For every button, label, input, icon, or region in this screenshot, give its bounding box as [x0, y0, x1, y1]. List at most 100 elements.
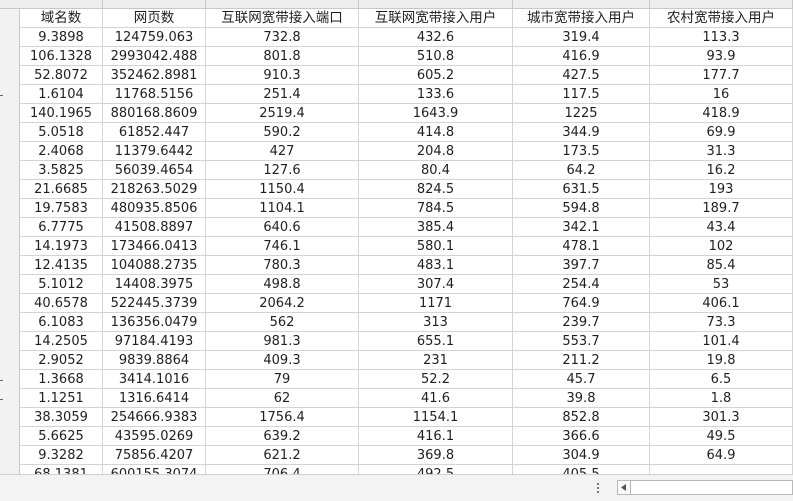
data-cell[interactable]: 106.1328	[20, 47, 103, 66]
data-cell[interactable]: 301.3	[650, 408, 793, 427]
data-cell[interactable]: 631.5	[513, 180, 650, 199]
data-cell[interactable]: 313	[359, 313, 513, 332]
data-cell[interactable]: 79	[206, 370, 359, 389]
data-cell[interactable]: 62	[206, 389, 359, 408]
data-cell[interactable]: 409.3	[206, 351, 359, 370]
data-cell[interactable]: 492.5	[359, 465, 513, 474]
data-cell[interactable]: 510.8	[359, 47, 513, 66]
data-cell[interactable]: 5.0518	[20, 123, 103, 142]
data-cell[interactable]: 64.2	[513, 161, 650, 180]
data-cell[interactable]: 397.7	[513, 256, 650, 275]
data-cell[interactable]: 427	[206, 142, 359, 161]
data-cell[interactable]: 405.5	[513, 465, 650, 474]
data-cell[interactable]: 6.1083	[20, 313, 103, 332]
data-cell[interactable]: 56039.4654	[103, 161, 206, 180]
data-cell[interactable]: 2.9052	[20, 351, 103, 370]
column-title-cell[interactable]: 域名数	[20, 9, 103, 28]
data-cell[interactable]: 104088.2735	[103, 256, 206, 275]
data-cell[interactable]: 418.9	[650, 104, 793, 123]
data-cell[interactable]: 45.7	[513, 370, 650, 389]
data-cell[interactable]: 5.1012	[20, 275, 103, 294]
data-cell[interactable]: 580.1	[359, 237, 513, 256]
data-cell[interactable]: 52.8072	[20, 66, 103, 85]
data-cell[interactable]: 93.9	[650, 47, 793, 66]
data-cell[interactable]: 732.8	[206, 28, 359, 47]
data-cell[interactable]: 11768.5156	[103, 85, 206, 104]
data-cell[interactable]: 69.9	[650, 123, 793, 142]
data-cell[interactable]: 605.2	[359, 66, 513, 85]
data-cell[interactable]: 706.4	[206, 465, 359, 474]
data-cell[interactable]: 9839.8864	[103, 351, 206, 370]
data-cell[interactable]: 319.4	[513, 28, 650, 47]
data-cell[interactable]: 31.3	[650, 142, 793, 161]
data-cell[interactable]: 231	[359, 351, 513, 370]
data-cell[interactable]: 416.1	[359, 427, 513, 446]
data-cell[interactable]: 522445.3739	[103, 294, 206, 313]
data-cell[interactable]: 639.2	[206, 427, 359, 446]
data-cell[interactable]: 880168.8609	[103, 104, 206, 123]
data-cell[interactable]: 75856.4207	[103, 446, 206, 465]
horizontal-scrollbar[interactable]	[617, 480, 793, 495]
data-cell[interactable]: 16.2	[650, 161, 793, 180]
data-cell[interactable]: 6.7775	[20, 218, 103, 237]
data-cell[interactable]: 53	[650, 275, 793, 294]
data-cell[interactable]: 61852.447	[103, 123, 206, 142]
data-cell[interactable]: 73.3	[650, 313, 793, 332]
column-letter-header[interactable]: H	[650, 0, 793, 8]
data-cell[interactable]: 1756.4	[206, 408, 359, 427]
data-cell[interactable]: 416.9	[513, 47, 650, 66]
data-cell[interactable]: 204.8	[359, 142, 513, 161]
data-cell[interactable]: 189.7	[650, 199, 793, 218]
data-cell[interactable]: 193	[650, 180, 793, 199]
data-cell[interactable]: 562	[206, 313, 359, 332]
data-cell[interactable]: 406.1	[650, 294, 793, 313]
data-cell[interactable]: 2993042.488	[103, 47, 206, 66]
data-cell[interactable]: 342.1	[513, 218, 650, 237]
scroll-left-button[interactable]	[618, 481, 631, 494]
column-letter-header[interactable]: G	[513, 0, 650, 8]
data-cell[interactable]: 38.3059	[20, 408, 103, 427]
data-cell[interactable]: 211.2	[513, 351, 650, 370]
column-letter-header[interactable]: E	[206, 0, 359, 8]
data-cell[interactable]: 553.7	[513, 332, 650, 351]
data-cell[interactable]: 173.5	[513, 142, 650, 161]
data-cell[interactable]: 1316.6414	[103, 389, 206, 408]
data-cell[interactable]: 5.6625	[20, 427, 103, 446]
data-cell[interactable]: 6.5	[650, 370, 793, 389]
data-cell[interactable]: 117.5	[513, 85, 650, 104]
data-cell[interactable]: 14.2505	[20, 332, 103, 351]
data-cell[interactable]: 498.8	[206, 275, 359, 294]
data-cell[interactable]: 19.8	[650, 351, 793, 370]
data-cell[interactable]: 1.8	[650, 389, 793, 408]
data-cell[interactable]	[650, 465, 793, 474]
data-cell[interactable]: 3414.1016	[103, 370, 206, 389]
data-cell[interactable]: 385.4	[359, 218, 513, 237]
data-cell[interactable]: 9.3282	[20, 446, 103, 465]
data-cell[interactable]: 218263.5029	[103, 180, 206, 199]
data-cell[interactable]: 68.1381	[20, 465, 103, 474]
data-cell[interactable]: 1.1251	[20, 389, 103, 408]
data-cell[interactable]: 19.7583	[20, 199, 103, 218]
data-cell[interactable]: 590.2	[206, 123, 359, 142]
data-cell[interactable]: 369.8	[359, 446, 513, 465]
data-cell[interactable]: 852.8	[513, 408, 650, 427]
data-cell[interactable]: 824.5	[359, 180, 513, 199]
data-cell[interactable]: 140.1965	[20, 104, 103, 123]
data-cell[interactable]: 43.4	[650, 218, 793, 237]
resize-dots-icon[interactable]	[596, 482, 600, 494]
data-cell[interactable]: 64.9	[650, 446, 793, 465]
data-cell[interactable]: 41.6	[359, 389, 513, 408]
row-header-gutter[interactable]	[0, 9, 20, 474]
data-cell[interactable]: 21.6685	[20, 180, 103, 199]
data-cell[interactable]: 127.6	[206, 161, 359, 180]
column-letter-header[interactable]: D	[103, 0, 206, 8]
scrollbar-track[interactable]	[631, 481, 792, 494]
data-cell[interactable]: 14408.3975	[103, 275, 206, 294]
data-cell[interactable]: 784.5	[359, 199, 513, 218]
data-cell[interactable]: 173466.0413	[103, 237, 206, 256]
data-cell[interactable]: 655.1	[359, 332, 513, 351]
data-cell[interactable]: 432.6	[359, 28, 513, 47]
data-cell[interactable]: 251.4	[206, 85, 359, 104]
data-cell[interactable]: 2519.4	[206, 104, 359, 123]
column-title-cell[interactable]: 农村宽带接入用户	[650, 9, 793, 28]
